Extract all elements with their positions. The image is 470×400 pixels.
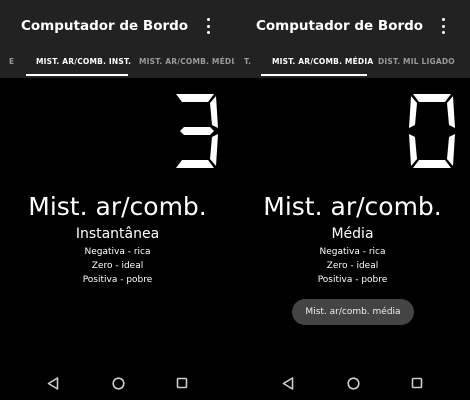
tab-bar: T. MIST. AR/COMB. MÉDIA DIST. MIL LIGADO — [235, 50, 470, 78]
tab-bar: E MIST. AR/COMB. INST. MIST. AR/COMB. MÉ… — [0, 50, 235, 78]
tab-previous[interactable]: T. — [244, 57, 251, 66]
tab-mist-inst[interactable]: MIST. AR/COMB. INST. — [36, 57, 131, 66]
screen-instant: Computador de Bordo E MIST. AR/COMB. INS… — [0, 0, 235, 400]
app-title: Computador de Bordo — [256, 18, 424, 34]
screen-average: Computador de Bordo T. MIST. AR/COMB. MÉ… — [235, 0, 470, 400]
home-circle-icon[interactable] — [110, 375, 126, 391]
tab-indicator — [26, 74, 128, 76]
seven-segment-digit: 0 — [407, 92, 457, 170]
legend-negative: Negativa - rica — [319, 247, 386, 257]
legend-negative: Negativa - rica — [84, 247, 151, 257]
app-bar: Computador de Bordo — [235, 0, 470, 50]
tab-indicator — [261, 74, 367, 76]
main-label: Mist. ar/comb. — [263, 192, 442, 221]
more-vert-icon[interactable] — [440, 18, 446, 34]
tab-mist-media[interactable]: MIST. AR/COMB. MÉDIA — [139, 57, 235, 66]
app-title: Computador de Bordo — [21, 18, 189, 34]
nav-bar — [0, 366, 235, 400]
nav-bar — [235, 366, 470, 400]
tab-previous[interactable]: E — [9, 57, 14, 66]
toast-message: Mist. ar/comb. média — [292, 299, 414, 325]
seven-segment-digit: 3 — [170, 92, 220, 170]
main-label: Mist. ar/comb. — [28, 192, 207, 221]
legend-zero: Zero - ideal — [91, 261, 144, 271]
sub-label: Instantânea — [75, 226, 160, 242]
back-triangle-icon[interactable] — [280, 375, 296, 391]
recents-square-icon[interactable] — [409, 375, 425, 391]
legend-positive: Positiva - pobre — [82, 275, 153, 285]
legend-positive: Positiva - pobre — [317, 275, 388, 285]
back-triangle-icon[interactable] — [45, 375, 61, 391]
legend-zero: Zero - ideal — [326, 261, 379, 271]
more-vert-icon[interactable] — [205, 18, 211, 34]
sub-label: Média — [331, 226, 374, 242]
tab-dist-mil-ligado[interactable]: DIST. MIL LIGADO — [378, 57, 455, 66]
tab-mist-media[interactable]: MIST. AR/COMB. MÉDIA — [272, 57, 373, 66]
app-bar: Computador de Bordo — [0, 0, 235, 50]
recents-square-icon[interactable] — [174, 375, 190, 391]
home-circle-icon[interactable] — [345, 375, 361, 391]
